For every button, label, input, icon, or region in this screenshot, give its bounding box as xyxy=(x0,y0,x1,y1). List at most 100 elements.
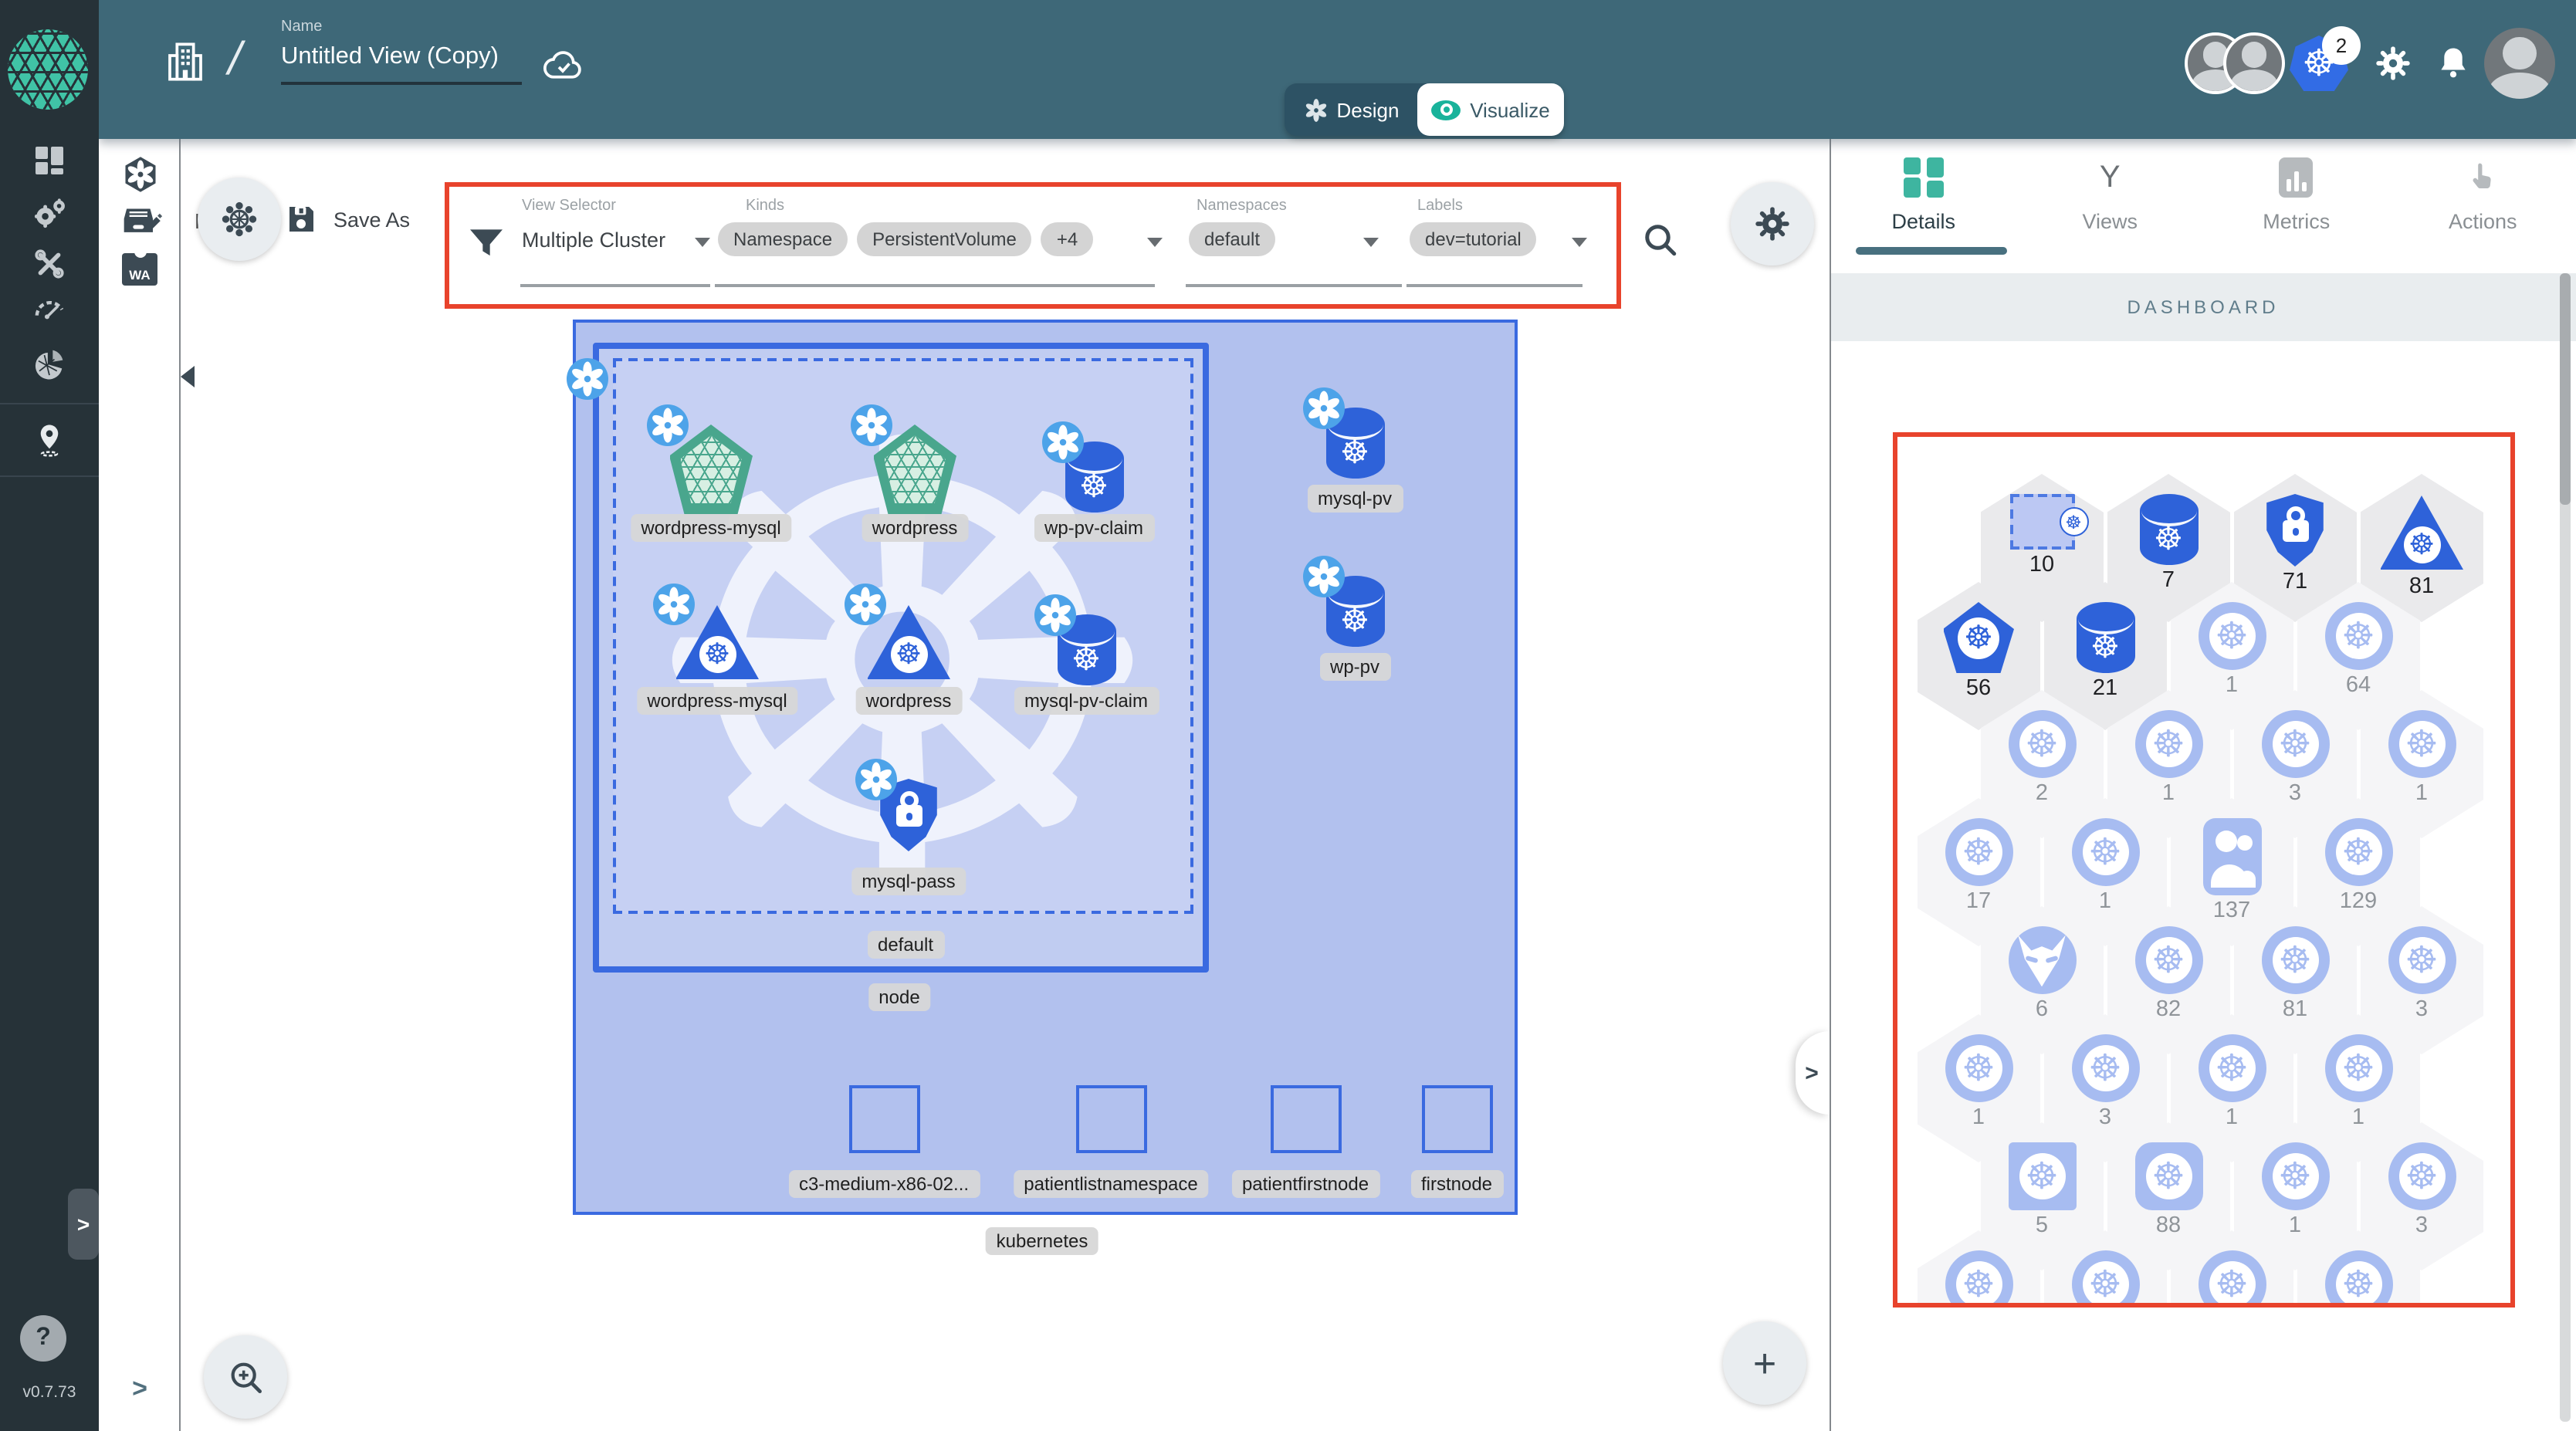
cluster-node-label: patientfirstnode xyxy=(1230,1170,1380,1198)
panel-scrollbar-thumb[interactable] xyxy=(2559,273,2570,505)
sidebar-item-location[interactable] xyxy=(0,418,99,462)
sidebar-item-dashboard[interactable] xyxy=(0,139,99,182)
filter-chip[interactable]: PersistentVolume xyxy=(857,222,1032,256)
node-box[interactable]: ☸ wordpress-mysqlwordpress☸wp-pv-claim☸w… xyxy=(592,343,1208,973)
node-label: node xyxy=(868,983,931,1011)
save-as-button[interactable]: Save As xyxy=(333,208,410,232)
resource-node-wordpress[interactable]: ☸ xyxy=(844,584,950,681)
kubernetes-resource-icon: ☸ xyxy=(2071,1034,2139,1102)
resource-label: mysql-pv xyxy=(1306,485,1403,513)
view-selector-value[interactable]: Multiple Cluster xyxy=(522,228,665,252)
resource-node-wp-pv[interactable]: ☸ xyxy=(1302,556,1384,647)
resource-node-mysql-pv-claim[interactable]: ☸ xyxy=(1034,594,1115,685)
sidebar: > ? v0.7.73 xyxy=(0,0,99,1431)
design-tab[interactable]: Design xyxy=(1285,83,1417,136)
chevron-down-icon[interactable] xyxy=(695,238,710,247)
zoom-button[interactable] xyxy=(204,1335,287,1419)
sidebar-expand-button[interactable]: > xyxy=(68,1189,99,1260)
cloud-check-icon xyxy=(543,51,581,79)
help-button[interactable]: ? xyxy=(20,1315,66,1362)
filter-chip[interactable]: +4 xyxy=(1041,222,1094,256)
kubernetes-resource-icon: ☸ xyxy=(2388,710,2456,778)
panel-scrollbar[interactable] xyxy=(2559,273,2570,1422)
import-edit-tool[interactable] xyxy=(120,201,163,241)
resource-node-wordpress-mysql[interactable] xyxy=(646,404,753,514)
resource-count: 3 xyxy=(2415,997,2429,1022)
breadcrumb-separator: / xyxy=(223,34,247,85)
cluster-node-firstnode[interactable] xyxy=(1421,1085,1492,1153)
namespace-box[interactable]: ☸ wordpress-mysqlwordpress☸wp-pv-claim☸w… xyxy=(612,358,1193,914)
sidebar-item-performance[interactable] xyxy=(0,287,99,330)
extensions-pie-icon xyxy=(35,350,63,380)
meshery-badge-icon xyxy=(855,759,896,800)
cluster-node-label: patientlistnamespace xyxy=(1013,1170,1209,1198)
org-button[interactable] xyxy=(161,37,210,86)
meshery-logo-icon[interactable] xyxy=(8,29,88,110)
sidebar-item-extensions[interactable] xyxy=(0,343,99,386)
meshery-swirl-icon xyxy=(1302,556,1344,597)
resource-node-mysql-pv[interactable]: ☸ xyxy=(1302,387,1384,479)
chevron-down-icon[interactable] xyxy=(1363,238,1379,247)
collaborator-avatar[interactable] xyxy=(2223,32,2285,94)
chevron-down-icon[interactable] xyxy=(1572,238,1587,247)
view-name-field[interactable]: Name Untitled View (Copy) xyxy=(281,19,528,85)
filter-chip[interactable]: Namespace xyxy=(718,222,848,256)
search-button[interactable] xyxy=(1637,216,1683,270)
resource-count: 21 xyxy=(2092,676,2118,701)
chevron-right-icon: > xyxy=(76,1212,90,1236)
filter-chip[interactable]: dev=tutorial xyxy=(1410,222,1537,256)
meshery-design-tool[interactable] xyxy=(120,154,161,195)
cluster-node-label: c3-medium-x86-02... xyxy=(787,1170,980,1198)
plus-icon: + xyxy=(1752,1339,1777,1385)
resource-count: 56 xyxy=(1965,676,1992,701)
cluster-node-c3-medium-x86-02...[interactable] xyxy=(848,1085,919,1153)
kubernetes-resource-icon: ☸ xyxy=(2388,1142,2456,1210)
tab-actions[interactable]: Actions xyxy=(2390,139,2576,273)
settings-button[interactable] xyxy=(2373,43,2413,83)
resource-count: 1 xyxy=(2161,781,2175,806)
canvas-settings-button[interactable] xyxy=(1731,182,1814,266)
resource-node-wordpress[interactable] xyxy=(850,404,956,514)
resource-node-wordpress-mysql[interactable]: ☸ xyxy=(652,584,759,681)
kinds-chips: Namespace PersistentVolume +4 xyxy=(718,222,1094,256)
meshery-badge-icon xyxy=(844,584,885,625)
kubernetes-cluster-box[interactable]: ☸ wordpress-mysqlwordpress☸wp-pv-claim☸w… xyxy=(566,320,1517,1215)
canvas-context-button[interactable] xyxy=(198,178,281,261)
view-selector-label: View Selector xyxy=(522,198,616,215)
sidebar-item-lifecycle[interactable] xyxy=(0,191,99,235)
visualize-tab[interactable]: Visualize xyxy=(1417,83,1564,136)
sidebar-item-configuration[interactable] xyxy=(0,242,99,286)
details-grid-icon xyxy=(1903,157,1944,198)
filter-bar-highlight: View Selector Multiple Cluster Kinds Nam… xyxy=(445,182,1621,309)
cluster-node-patientfirstnode[interactable] xyxy=(1270,1085,1341,1153)
namespace-icon: ☸ xyxy=(2009,494,2088,550)
user-avatar[interactable] xyxy=(2484,28,2555,99)
visualization-canvas[interactable]: N Save As View Selector Multiple Cluster… xyxy=(181,139,1829,1431)
cluster-node-patientlistnamespace[interactable] xyxy=(1075,1085,1146,1153)
resource-count: 81 xyxy=(2282,997,2308,1022)
resource-count: 6 xyxy=(2035,997,2049,1022)
view-name-input[interactable]: Untitled View (Copy) xyxy=(281,43,528,71)
add-node-button[interactable]: + xyxy=(1723,1321,1806,1405)
resource-node-wp-pv-claim[interactable]: ☸ xyxy=(1041,421,1123,513)
resource-node-mysql-pass[interactable] xyxy=(855,759,939,851)
toolstrip-expand-chevron[interactable]: > xyxy=(99,1374,181,1405)
chevron-down-icon[interactable] xyxy=(1147,238,1163,247)
strip-collapse-arrow-icon[interactable] xyxy=(181,366,195,387)
notifications-button[interactable] xyxy=(2433,43,2473,83)
tab-metrics[interactable]: Metrics xyxy=(2203,139,2390,273)
meshery-swirl-icon xyxy=(844,584,885,625)
wasm-filter-tool[interactable]: WA xyxy=(122,253,157,286)
tab-label: Views xyxy=(2082,210,2138,233)
panel-collapse-handle[interactable]: > xyxy=(1795,1031,1829,1115)
users-icon xyxy=(2202,818,2261,895)
filter-chip[interactable]: default xyxy=(1189,222,1276,256)
resource-count: 1 xyxy=(2288,1213,2302,1238)
filter-button[interactable] xyxy=(465,222,508,273)
bell-icon xyxy=(2441,48,2466,78)
kubernetes-resource-icon: ☸ xyxy=(2198,1250,2266,1303)
actions-hand-icon xyxy=(2473,163,2491,188)
meshery-badge-icon xyxy=(646,404,688,446)
kubernetes-resource-icon: ☸ xyxy=(2198,1034,2266,1102)
tab-views[interactable]: Y Views xyxy=(2017,139,2204,273)
